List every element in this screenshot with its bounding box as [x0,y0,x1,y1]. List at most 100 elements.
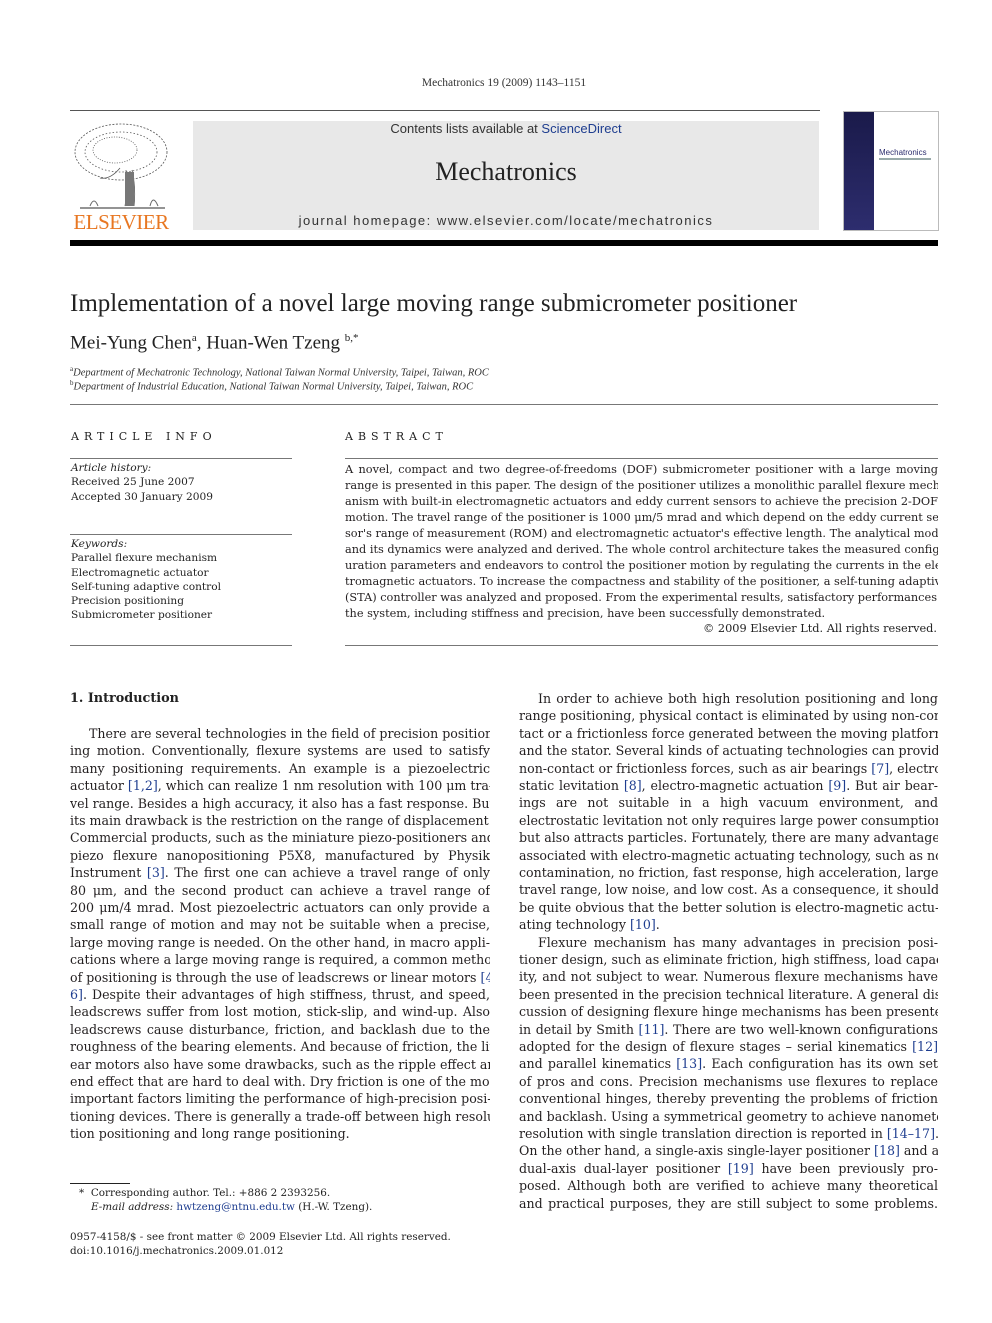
elsevier-logo[interactable]: ELSEVIER [70,120,172,234]
citation-link[interactable]: [4– [481,970,490,985]
abstract-line: motion. The travel range of the position… [345,510,938,526]
line-text: electrostatic levitation not only requir… [519,812,938,828]
body-line: ity, and not subject to wear. Numerous f… [519,968,938,985]
line-text: been presented in the precision technica… [519,986,938,1002]
line-text: adopted for the design of flexure stages… [519,1039,913,1054]
cover-band [844,112,874,230]
line-text: , which can realize 1 nm resolution with… [157,778,490,794]
line-text: static levitation [519,778,624,793]
citation-link[interactable]: [3] [147,865,165,880]
line-text: have been previously pro- [753,1160,939,1176]
footnote-star: * [79,1187,85,1199]
line-text: of positioning is through the use of lea… [70,969,481,985]
abstract-line: tromagnetic actuators. To increase the c… [345,574,938,590]
article-title: Implementation of a novel large moving r… [70,290,798,317]
line-text: motion. The travel range of the position… [345,511,938,524]
line-text: 200 μm/4 mrad. Most piezoelectric actuat… [70,900,490,915]
article-info-heading: ARTICLE INFO [71,430,217,443]
email-link[interactable]: hwtzeng@ntnu.edu.tw [176,1201,295,1213]
citation-link[interactable]: [13] [676,1056,702,1071]
line-text: and parallel kinematics [519,1056,677,1072]
line-text: . Despite their advantages of high stiff… [82,987,490,1002]
body-line: been presented in the precision technica… [519,986,938,1003]
citation-link[interactable]: [11] [639,1022,665,1037]
journal-cover[interactable]: Mechatronics [843,111,939,231]
email-suffix: (H.-W. Tzeng). [298,1201,373,1213]
citation-link[interactable]: [19] [728,1161,754,1176]
line-text: associated with electro-magnetic actuati… [519,847,938,863]
body-line: of positioning is through the use of lea… [70,969,490,986]
citation-link[interactable]: [18] [874,1143,900,1158]
body-line: adopted for the design of flexure stages… [519,1038,938,1055]
citation-link[interactable]: [9] [828,778,846,793]
abstract-divider [345,458,938,459]
citation-link[interactable]: [1,2] [128,778,158,793]
journal-title: Mechatronics [435,157,577,186]
line-text: cations where a large moving range is re… [70,952,490,968]
author-name[interactable]: Mei-Yung Chen [70,332,192,353]
footnote-text: Corresponding author. Tel.: +886 2 23932… [90,1187,331,1199]
body-line: be quite obvious that the better solutio… [519,899,938,916]
citation-link[interactable]: [14–17] [887,1126,935,1141]
sciencedirect-link[interactable]: ScienceDirect [541,121,621,136]
line-text: posed. Although both are verified to ach… [519,1178,938,1194]
affiliation: bDepartment of Industrial Education, Nat… [70,379,473,393]
body-line: travel range, low noise, and low cost. A… [519,881,938,898]
received-date: Received 25 June 2007 [71,476,195,489]
author-sup: a [191,332,197,344]
affiliation-text: Department of Mechatronic Technology, Na… [73,367,489,379]
body-line: ating technology [10]. [519,916,938,933]
body-line: and parallel kinematics [13]. Each confi… [519,1055,938,1072]
line-text: vel range. Besides a high accuracy, it a… [70,795,490,811]
body-line: associated with electro-magnetic actuati… [519,847,938,864]
line-text: and a [899,1143,938,1159]
body-line: static levitation [8], electro-magnetic … [519,777,938,794]
body-line: but also attracts particles. Fortunately… [519,829,938,846]
body-line: tioner design, such as eliminate frictio… [519,951,938,968]
issn-line: 0957-4158/$ - see front matter © 2009 El… [70,1231,451,1243]
line-text: . [655,917,660,933]
header-thick-rule [70,240,938,246]
keyword: Electromagnetic actuator [71,566,209,579]
body-line: Commercial products, such as the miniatu… [70,829,490,846]
citation-link[interactable]: [8] [624,778,642,793]
line-text: . There are two well-known configuration… [664,1021,938,1037]
author-name[interactable]: Huan-Wen Tzeng [206,332,340,353]
line-text: leadscrews suffer from lost motion, stic… [70,1004,490,1020]
line-text: . [935,1126,938,1141]
citation-link[interactable]: [12] [912,1039,938,1054]
citation-link[interactable]: [7] [871,761,889,776]
abstract-line: A novel, compact and two degree-of-freed… [345,462,938,478]
footnote-rule [70,1183,130,1184]
abstract-copyright: © 2009 Elsevier Ltd. All rights reserved… [703,622,937,635]
line-text: travel range, low noise, and low cost. A… [519,882,938,898]
line-text: uration parameters and endeavors to cont… [345,559,938,572]
keywords-label: Keywords: [71,538,128,550]
line-text: the system, including stiffness and prec… [345,607,826,620]
line-text: large moving range is needed. On the oth… [70,934,490,950]
line-text: Commercial products, such as the miniatu… [70,830,490,846]
body-line: small range of motion and may not be sui… [70,916,490,933]
abstract-line: uration parameters and endeavors to cont… [345,558,938,574]
doi-link[interactable]: doi:10.1016/j.mechatronics.2009.01.012 [70,1245,283,1257]
corresponding-author-note: * Corresponding author. Tel.: +886 2 239… [79,1187,330,1199]
body-line: many positioning requirements. An exampl… [70,760,490,777]
affiliation-text: Department of Industrial Education, Nati… [73,381,474,393]
abstract-line: anism with built-in electromagnetic actu… [345,494,938,510]
line-text: ating technology [519,917,630,933]
line-text: tion positioning and long range position… [70,1126,350,1142]
citation-link[interactable]: 6] [70,987,83,1002]
line-text: piezo flexure nanopositioning P5X8, manu… [70,847,490,863]
body-line: On the other hand, a single-axis single-… [519,1142,938,1159]
body-line: 6]. Despite their advantages of high sti… [70,986,490,1003]
body-line: non-contact or frictionless forces, such… [519,760,938,777]
body-line: cussion of designing flexure hinge mecha… [519,1003,938,1020]
citation-link[interactable]: [10] [630,917,656,932]
journal-homepage-link[interactable]: journal homepage: www.elsevier.com/locat… [193,213,819,228]
abstract-heading: ABSTRACT [345,430,448,443]
line-text: conventional hinges, thereby preventing … [519,1091,938,1107]
body-line: important factors limiting the performan… [70,1090,490,1107]
line-text: . The first one can achieve a travel ran… [164,865,490,881]
email-label: E-mail address: [91,1201,174,1213]
line-text: , electro-magnetic actuation [641,778,829,793]
